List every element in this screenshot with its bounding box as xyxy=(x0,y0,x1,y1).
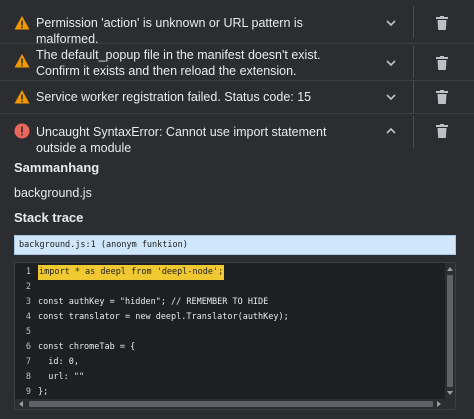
error-row-2[interactable]: The default_popup file in the manifest d… xyxy=(0,44,474,81)
context-value: background.js xyxy=(14,186,92,200)
code-line: 5 xyxy=(15,325,445,340)
line-number: 6 xyxy=(25,342,31,352)
code-line: 6 const chromeTab = { xyxy=(15,340,445,355)
line-number: 8 xyxy=(25,372,31,382)
warning-icon xyxy=(14,90,30,104)
error-row-4[interactable]: Uncaught SyntaxError: Cannot use import … xyxy=(0,114,474,155)
code-text: }; xyxy=(38,387,49,397)
scrollbar-thumb[interactable] xyxy=(29,401,433,407)
warning-icon xyxy=(14,54,30,68)
error-message: The default_popup file in the manifest d… xyxy=(36,48,321,78)
line-number: 3 xyxy=(25,297,31,307)
code-line: 4 const translator = new deepl.Translator… xyxy=(15,310,445,325)
divider xyxy=(413,81,414,113)
divider xyxy=(413,6,414,38)
error-row-1[interactable]: Permission 'action' is unknown or URL pa… xyxy=(0,0,474,46)
scrollbar-thumb[interactable] xyxy=(447,275,453,387)
error-message: Uncaught SyntaxError: Cannot use import … xyxy=(36,125,327,155)
chevron-down-icon[interactable] xyxy=(384,16,398,30)
line-number: 1 xyxy=(25,267,31,277)
chevron-up-icon[interactable] xyxy=(384,124,398,138)
stack-trace-entry[interactable]: background.js:1 (anonym funktion) xyxy=(14,235,456,255)
horizontal-scrollbar[interactable] xyxy=(15,399,455,409)
code-text: const translator = new deepl.Translator(… xyxy=(38,312,289,322)
code-viewer: 1 import * as deepl from 'deepl-node'; 2 3 c… xyxy=(14,262,456,410)
chevron-down-icon[interactable] xyxy=(384,90,398,104)
code-text: const chromeTab = { xyxy=(38,342,136,352)
error-row-3[interactable]: Service worker registration failed. Stat… xyxy=(0,81,474,114)
code-line: 1 import * as deepl from 'deepl-node'; xyxy=(15,265,445,280)
error-message: Permission 'action' is unknown or URL pa… xyxy=(36,16,303,46)
code-text: id: 0, xyxy=(38,357,79,367)
divider xyxy=(413,46,414,78)
code-line: 3 const authKey = "hidden"; // REMEMBER T… xyxy=(15,295,445,310)
delete-icon[interactable] xyxy=(436,56,448,70)
code-line: 9}; xyxy=(15,385,445,400)
warning-icon xyxy=(14,16,30,30)
divider xyxy=(413,116,414,148)
code-line: 8 url: "" xyxy=(15,370,445,385)
error-message: Service worker registration failed. Stat… xyxy=(36,90,312,104)
scroll-down-arrow-icon[interactable] xyxy=(446,389,454,397)
scroll-right-arrow-icon[interactable] xyxy=(435,400,443,408)
code-text: url: "" xyxy=(38,372,85,382)
delete-icon[interactable] xyxy=(436,16,448,30)
delete-icon[interactable] xyxy=(436,90,448,104)
vertical-scrollbar[interactable] xyxy=(445,263,455,399)
code-line: 7 id: 0, xyxy=(15,355,445,370)
context-heading: Sammanhang xyxy=(14,160,100,175)
code-text: const authKey = "hidden"; // REMEMBER TO… xyxy=(38,297,269,307)
line-number: 2 xyxy=(25,282,31,292)
line-number: 7 xyxy=(25,357,31,367)
line-number: 4 xyxy=(25,312,31,322)
highlighted-code-text: import * as deepl from 'deepl-node'; xyxy=(38,265,225,280)
code-line: 2 xyxy=(15,280,445,295)
stack-trace-heading: Stack trace xyxy=(14,210,84,225)
chevron-down-icon[interactable] xyxy=(384,56,398,70)
line-number: 9 xyxy=(25,387,31,397)
scroll-up-arrow-icon[interactable] xyxy=(446,265,454,273)
error-icon xyxy=(14,123,30,139)
delete-icon[interactable] xyxy=(436,124,448,138)
scroll-left-arrow-icon[interactable] xyxy=(17,400,25,408)
line-number: 5 xyxy=(25,327,31,337)
